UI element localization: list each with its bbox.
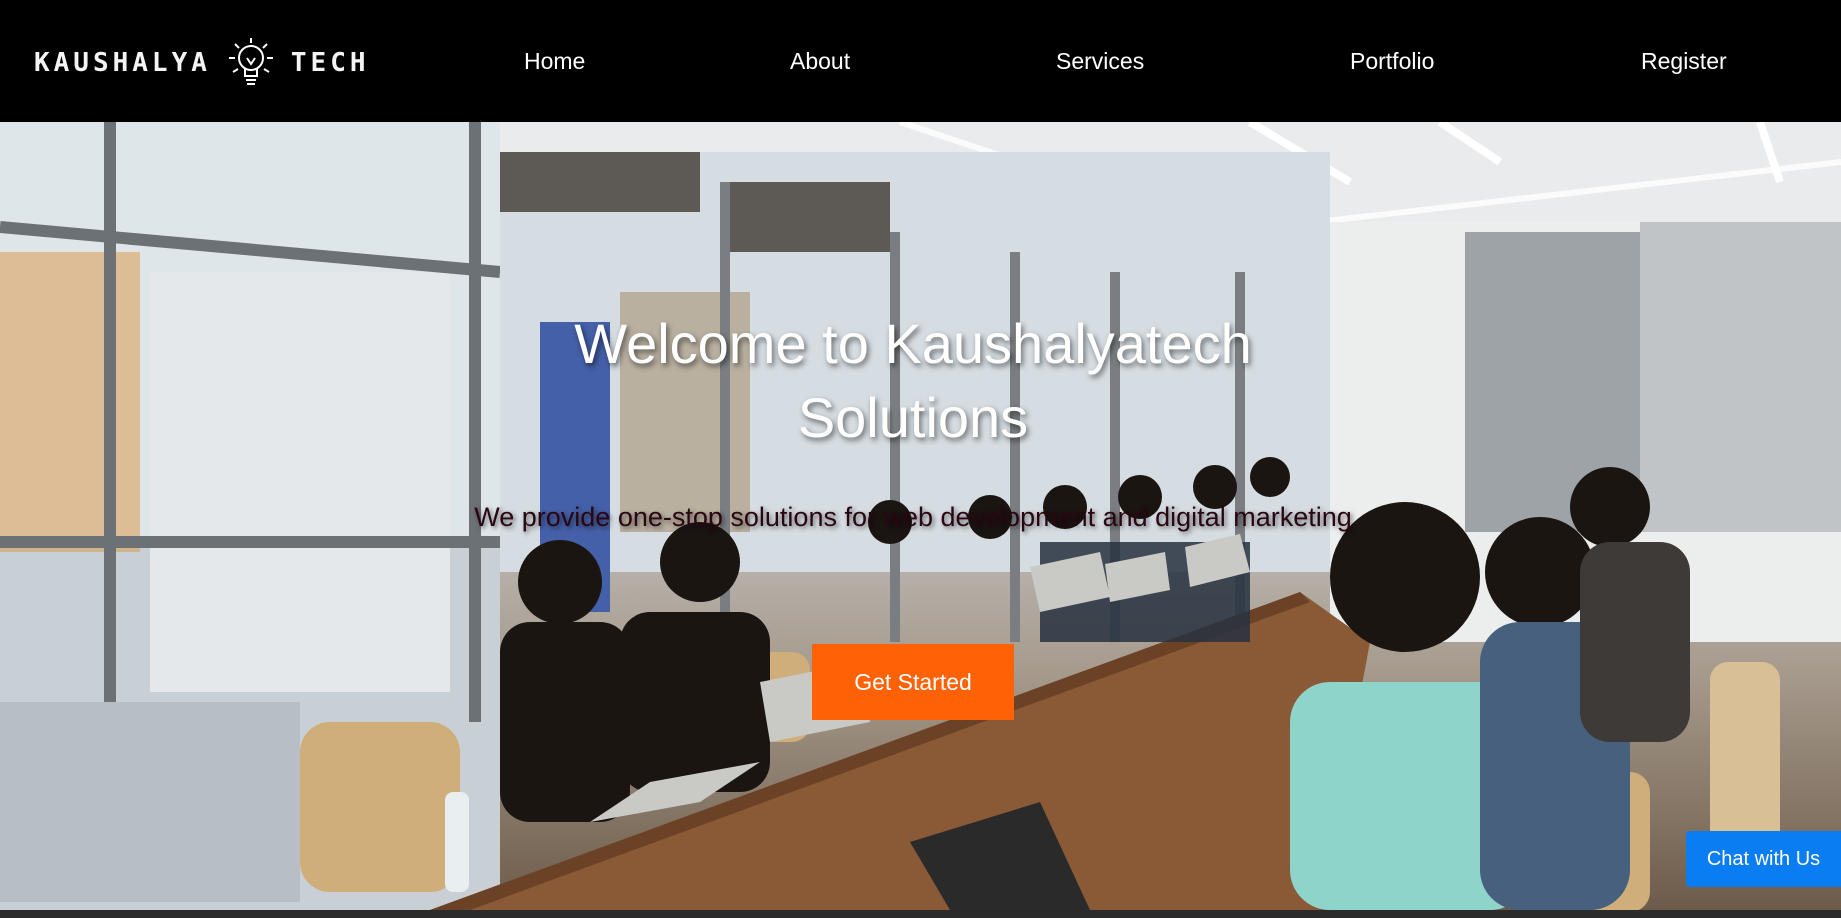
nav-services[interactable]: Services [1056,48,1144,75]
chat-with-us-button[interactable]: Chat with Us [1686,831,1841,887]
page-bottom-edge [0,910,1841,918]
nav-home[interactable]: Home [524,48,585,75]
nav-register[interactable]: Register [1641,48,1727,75]
nav-portfolio[interactable]: Portfolio [1350,48,1434,75]
hero-subtitle: We provide one-stop solutions for web de… [474,502,1352,532]
hero-section: Welcome to Kaushalyatech Solutions We pr… [0,122,1841,910]
hero-title: Welcome to Kaushalyatech Solutions [574,312,1252,449]
top-navigation-bar: KAUSHALYA TECH Home About Services Portf… [0,0,1841,122]
main-nav: Home About Services Portfolio Register [0,0,1841,122]
nav-about[interactable]: About [790,48,850,75]
get-started-button[interactable]: Get Started [812,644,1014,720]
